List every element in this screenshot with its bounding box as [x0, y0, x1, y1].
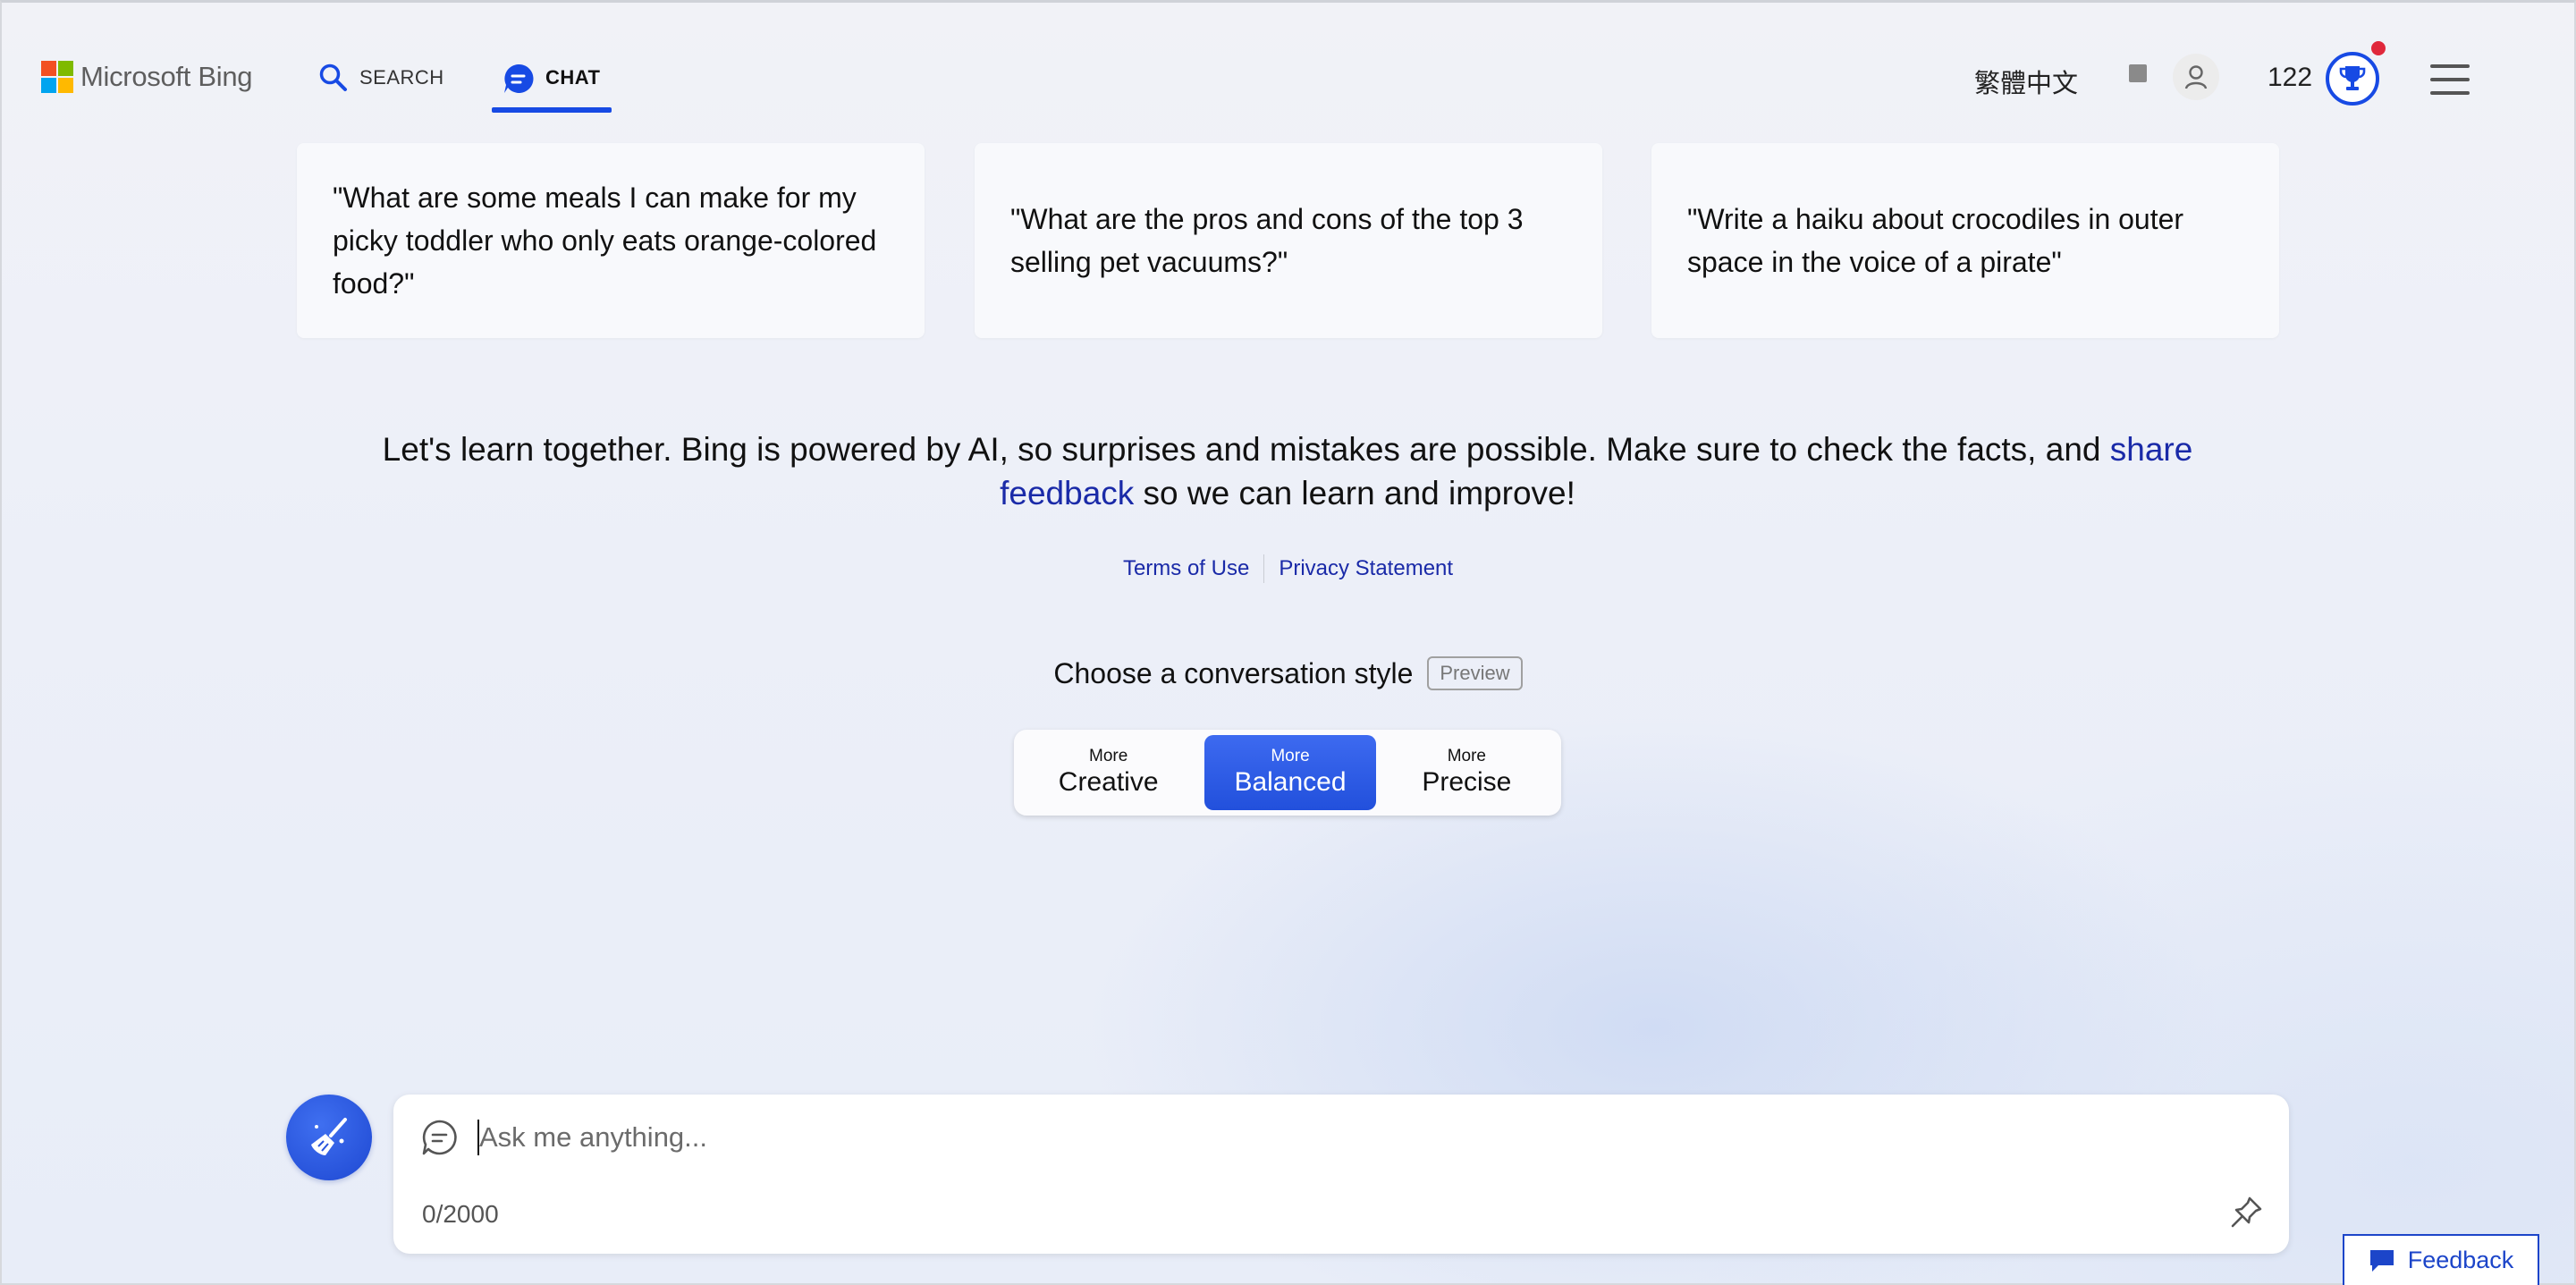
active-tab-indicator — [492, 107, 612, 113]
disclaimer-text-after: so we can learn and improve! — [1134, 475, 1575, 511]
tab-chat-label: CHAT — [545, 66, 601, 89]
feedback-label: Feedback — [2407, 1247, 2514, 1273]
chat-bubble-icon — [504, 63, 534, 93]
tab-search-label: SEARCH — [359, 66, 444, 89]
legal-links: Terms of Use Privacy Statement — [0, 554, 2576, 583]
language-switch[interactable]: 繁體中文 — [1974, 63, 2078, 100]
disclaimer-text-before: Let's learn together. Bing is powered by… — [382, 431, 2110, 468]
suggestion-text: "What are some meals I can make for my p… — [333, 182, 877, 300]
avatar[interactable] — [2173, 54, 2219, 100]
character-count: 0/2000 — [422, 1200, 499, 1228]
privacy-statement-link[interactable]: Privacy Statement — [1264, 556, 1467, 581]
notification-dot — [2371, 41, 2386, 55]
chat-composer: 0/2000 — [393, 1095, 2289, 1254]
style-option-balanced[interactable]: More Balanced — [1204, 735, 1376, 810]
trophy-icon[interactable] — [2326, 52, 2379, 106]
style-option-creative[interactable]: More Creative — [1019, 735, 1197, 810]
suggestion-text: "Write a haiku about crocodiles in outer… — [1687, 203, 2184, 278]
conversation-style-title: Choose a conversation style — [1053, 656, 1414, 689]
suggestion-card-1[interactable]: "What are some meals I can make for my p… — [297, 143, 925, 338]
pin-icon[interactable] — [2228, 1195, 2264, 1230]
suggestion-text: "What are the pros and cons of the top 3… — [1010, 203, 1524, 278]
style-option-prefix: More — [1447, 747, 1486, 765]
bing-logo[interactable]: Microsoft Bing — [41, 61, 253, 93]
chat-bubble-outline-icon — [422, 1120, 457, 1155]
rewards-icon[interactable] — [2129, 64, 2147, 82]
brand-name: Microsoft Bing — [80, 61, 253, 92]
chat-input[interactable] — [479, 1114, 2223, 1161]
hamburger-menu-icon[interactable] — [2430, 64, 2470, 95]
broom-icon — [311, 1118, 347, 1155]
ai-disclaimer: Let's learn together. Bing is powered by… — [358, 427, 2217, 515]
style-option-prefix: More — [1089, 747, 1128, 765]
conversation-style-toggle: More Creative More Balanced More Precise — [1014, 730, 1561, 816]
style-option-label: Creative — [1058, 767, 1159, 797]
rewards-points: 122 — [2268, 63, 2313, 92]
user-icon — [2184, 65, 2208, 89]
style-option-label: Balanced — [1234, 767, 1347, 797]
top-header: Microsoft Bing SEARCH CHAT 繁體中文 122 — [0, 0, 2576, 125]
preview-badge: Preview — [1427, 656, 1523, 690]
new-topic-button[interactable] — [286, 1095, 372, 1180]
style-option-precise[interactable]: More Precise — [1378, 735, 1556, 810]
feedback-icon — [2369, 1249, 2394, 1272]
tab-search[interactable]: SEARCH — [318, 54, 444, 116]
style-option-prefix: More — [1271, 747, 1310, 765]
style-option-label: Precise — [1422, 767, 1512, 797]
suggestion-card-2[interactable]: "What are the pros and cons of the top 3… — [975, 143, 1602, 338]
microsoft-logo-icon — [41, 61, 73, 93]
terms-of-use-link[interactable]: Terms of Use — [1109, 556, 1263, 581]
conversation-style-header: Choose a conversation style Preview — [0, 656, 2576, 690]
trophy-glyph — [2339, 66, 2366, 90]
feedback-button[interactable]: Feedback — [2343, 1234, 2539, 1285]
search-icon — [319, 63, 347, 91]
suggestion-card-3[interactable]: "Write a haiku about crocodiles in outer… — [1651, 143, 2279, 338]
